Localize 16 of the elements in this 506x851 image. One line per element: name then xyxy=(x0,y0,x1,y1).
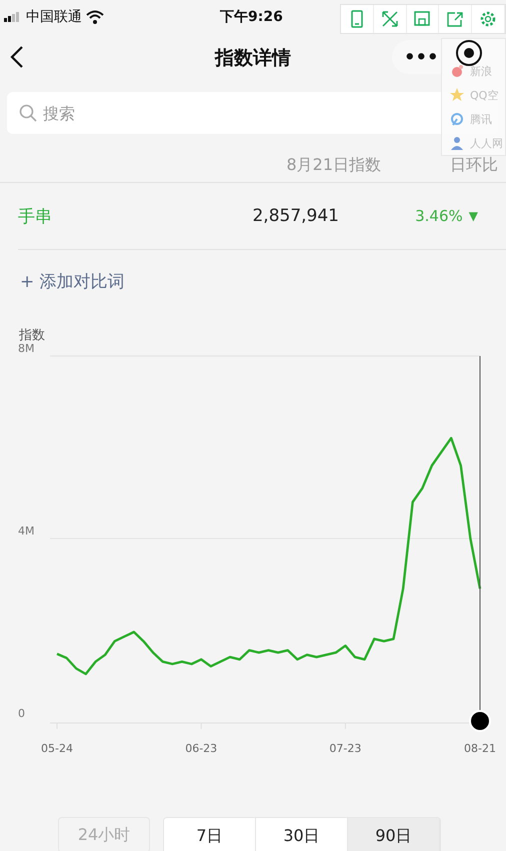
column-header: 8月21日指数 xyxy=(286,154,381,174)
trend-arrow: ▼ xyxy=(468,209,478,223)
y-tick-label: 8M xyxy=(18,344,34,355)
axis-title: 指数 xyxy=(19,327,46,344)
carrier-name: 中国联通 xyxy=(26,8,82,26)
x-tick-label: 06-23 xyxy=(185,742,218,755)
y-tick-label: 4M xyxy=(18,524,34,538)
x-tick-label: 07-23 xyxy=(329,742,362,755)
column-header: 日环比 xyxy=(450,154,498,174)
x-tick-label: 08-21 xyxy=(464,742,496,755)
change-value: 3.46% xyxy=(415,207,463,225)
page-title: 指数详情 xyxy=(215,46,291,71)
index-value: 2,857,941 xyxy=(251,206,339,226)
y-tick-label: 0 xyxy=(18,707,25,720)
x-tick-label: 05-24 xyxy=(41,742,73,755)
status-time: 下午9:26 xyxy=(220,8,283,26)
